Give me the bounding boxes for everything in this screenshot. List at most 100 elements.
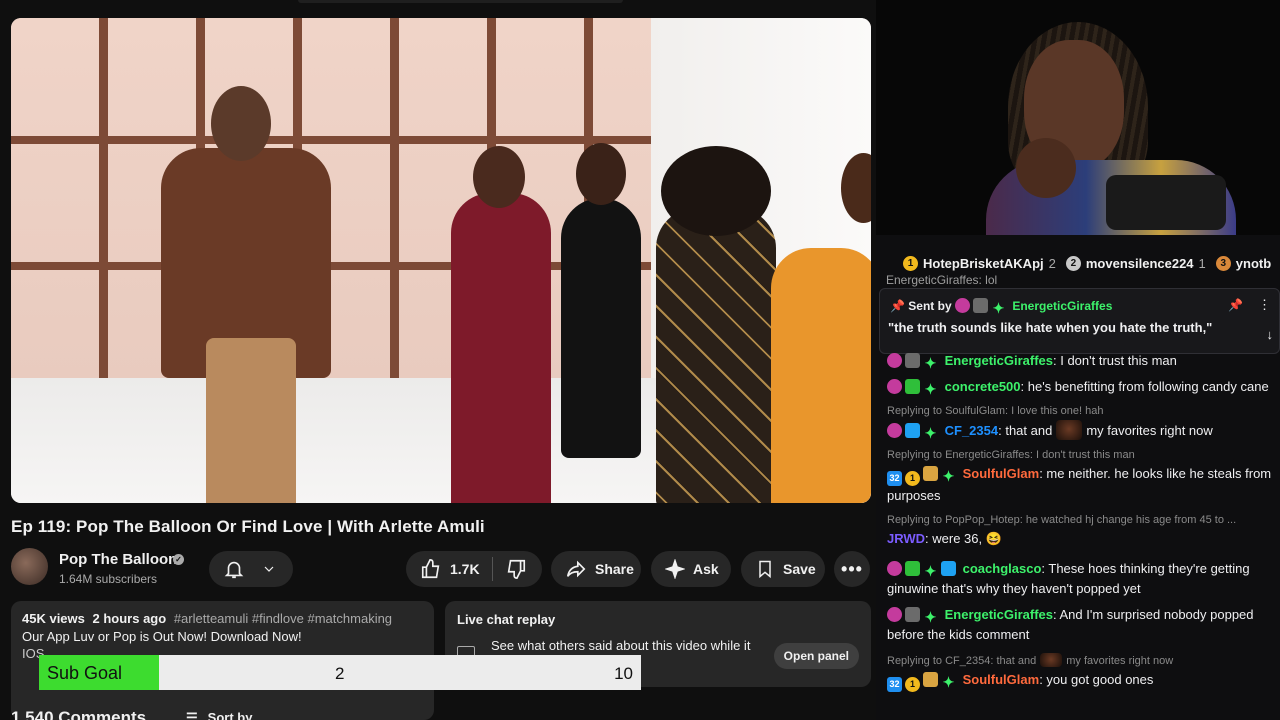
collapse-arrow-icon[interactable]: ↓ — [1267, 327, 1274, 342]
sparkle-badge-icon: ✦ — [992, 300, 1005, 316]
rank-1-badge: 1 — [903, 255, 918, 271]
video-title: Ep 119: Pop The Balloon Or Find Love | W… — [11, 517, 485, 536]
reply-context: Replying to PopPop_Hotep: he watched hj … — [887, 514, 1237, 526]
pinned-sent-by-label: Sent by — [908, 299, 952, 313]
pinned-sender: 📌 Sent by ✦ EnergeticGiraffes — [890, 298, 1112, 316]
comments-count: 1,540 Comments — [11, 708, 147, 720]
chat-message[interactable]: JRWD: were 36, 😆 — [876, 526, 1280, 552]
sub-badge-icon — [954, 298, 970, 313]
leaderboard-entry-2[interactable]: 2 movensilence224 1 — [1065, 249, 1206, 277]
chat-username[interactable]: concrete500 — [945, 379, 1021, 394]
chevron-down-icon — [264, 566, 274, 572]
chat-message[interactable]: ✦ coachglasco: These hoes thinking they'… — [876, 556, 1280, 602]
unpin-icon[interactable]: 📌 — [1228, 298, 1243, 312]
video-player[interactable] — [11, 18, 871, 503]
description-line-1: Our App Luv or Pop is Out Now! Download … — [22, 629, 302, 644]
sub-badge-icon — [887, 423, 902, 438]
gift-badge-icon — [923, 466, 938, 481]
bell-icon — [224, 561, 244, 579]
chat-message[interactable]: ✦ EnergeticGiraffes: I don't trust this … — [876, 348, 1280, 374]
gift-badge-icon — [923, 672, 938, 687]
like-dislike-group: 1.7K — [406, 551, 542, 587]
chat-username[interactable]: JRWD — [887, 531, 925, 546]
channel-avatar[interactable] — [11, 548, 48, 585]
chat-text: : that and — [998, 423, 1053, 438]
sparkle-badge-icon: ✦ — [942, 674, 955, 690]
pinned-username[interactable]: EnergeticGiraffes — [1012, 299, 1112, 313]
description-meta: 45K views 2 hours ago #arletteamuli #fin… — [22, 611, 423, 626]
sub-goal-overlay: Sub Goal 2 10 — [39, 655, 641, 690]
ask-button[interactable]: Ask — [651, 551, 731, 587]
reply-context-text-cont: my favorites right now — [1066, 655, 1174, 667]
sort-by-button[interactable]: ☰ Sort by — [186, 710, 252, 720]
thumbs-down-icon[interactable] — [505, 558, 527, 580]
video-figure-woman-2-head — [576, 143, 626, 205]
pinned-message[interactable]: 📌 Sent by ✦ EnergeticGiraffes "the truth… — [879, 288, 1280, 354]
chat-message[interactable]: ✦ EnergeticGiraffes: And I'm surprised n… — [876, 602, 1280, 648]
streamer-webcam — [876, 0, 1280, 235]
leaderboard-entry-3[interactable]: 3 ynotb — [1215, 249, 1271, 277]
chat-message-partial: EnergeticGiraffes: lol — [886, 273, 998, 287]
chat-username[interactable]: coachglasco — [963, 561, 1042, 576]
view-count: 45K views — [22, 611, 85, 626]
pinned-message-text: "the truth sounds like hate when you hat… — [888, 320, 1213, 335]
chat-username[interactable]: SoulfulGlam — [963, 466, 1040, 481]
gift-badge-icon — [905, 379, 920, 394]
sparkle-badge-icon: ✦ — [924, 609, 937, 625]
like-count[interactable]: 1.7K — [450, 561, 480, 577]
chat-username[interactable]: SoulfulGlam — [963, 672, 1040, 687]
reply-context: Replying to SoulfulGlam: I love this one… — [887, 405, 1104, 417]
channel-name[interactable]: Pop The Balloon — [59, 551, 177, 568]
prime-badge-icon — [941, 561, 956, 576]
share-button[interactable]: Share — [551, 551, 641, 587]
sparkle-badge-icon: ✦ — [924, 381, 937, 397]
chat-username[interactable]: EnergeticGiraffes — [945, 607, 1053, 622]
sort-label: Sort by — [207, 710, 253, 720]
chat-message[interactable]: 32 1 ✦ SoulfulGlam: me neither. he looks l… — [876, 461, 1280, 509]
youtube-watch-page: Ep 119: Pop The Balloon Or Find Love | W… — [0, 0, 876, 720]
thumbs-up-icon[interactable] — [420, 558, 442, 580]
sparkle-icon — [665, 559, 685, 579]
webcam-streamer-hand — [1016, 138, 1076, 198]
live-chat-replay-heading: Live chat replay — [457, 612, 556, 627]
hashtags[interactable]: #arletteamuli #findlove #matchmaking — [174, 611, 392, 626]
sub-badge-icon — [887, 607, 902, 622]
reply-context: Replying to EnergeticGiraffes: I don't t… — [887, 449, 1135, 461]
chat-username[interactable]: EnergeticGiraffes — [945, 353, 1053, 368]
webcam-microphone — [1106, 175, 1226, 230]
open-panel-button[interactable]: Open panel — [773, 643, 859, 669]
bits-badge-icon: 1 — [905, 471, 920, 486]
subscription-bell-button[interactable] — [209, 551, 293, 587]
upload-age: 2 hours ago — [92, 611, 167, 626]
sub-goal-target: 10 — [614, 664, 633, 683]
search-bar-edge[interactable] — [298, 0, 623, 3]
video-figure-woman-1-head — [473, 146, 525, 208]
leaderboard-count: 1 — [1198, 255, 1206, 271]
chat-message[interactable]: ✦ concrete500: he's benefitting from fol… — [876, 374, 1280, 400]
leaderboard-user: movensilence224 — [1085, 255, 1194, 271]
stream-chat: 1 HotepBrisketAKApj 2 2 movensilence224 … — [876, 235, 1280, 720]
more-actions-button[interactable]: ••• — [834, 551, 870, 587]
months-badge-icon: 32 — [887, 677, 902, 692]
chat-text: : I don't trust this man — [1053, 353, 1177, 368]
save-button[interactable]: Save — [741, 551, 825, 587]
chat-text: : And I'm surprised nobody popped before… — [887, 607, 1254, 642]
bookmark-icon — [759, 560, 771, 579]
chat-text-cont: my favorites right now — [1086, 423, 1213, 438]
channel-row: Pop The Balloon ✓ 1.64M subscribers 1.7K… — [11, 548, 871, 590]
months-badge-icon: 32 — [887, 471, 902, 486]
leaderboard-user: HotepBrisketAKApj — [923, 255, 1044, 271]
video-figure-woman-4 — [771, 248, 871, 503]
more-vertical-icon[interactable]: ⋮ — [1258, 297, 1271, 313]
chat-text: : were 36, 😆 — [925, 531, 1002, 546]
gift-badge-icon — [905, 353, 920, 368]
chat-message[interactable]: ✦ CF_2354: that and my favorites right no… — [876, 417, 1280, 444]
video-figure-woman-3-hair — [661, 146, 771, 236]
chat-text: : he's benefitting from following candy … — [1020, 379, 1269, 394]
video-figure-host-head — [211, 86, 271, 161]
chat-username[interactable]: CF_2354 — [945, 423, 998, 438]
chat-message[interactable]: 32 1 ✦ SoulfulGlam: you got good ones — [876, 667, 1280, 695]
sub-goal-label: Sub Goal — [47, 663, 123, 683]
live-chat-replay-text: See what others said about this video wh… — [491, 638, 751, 653]
video-figure-woman-1 — [451, 193, 551, 503]
